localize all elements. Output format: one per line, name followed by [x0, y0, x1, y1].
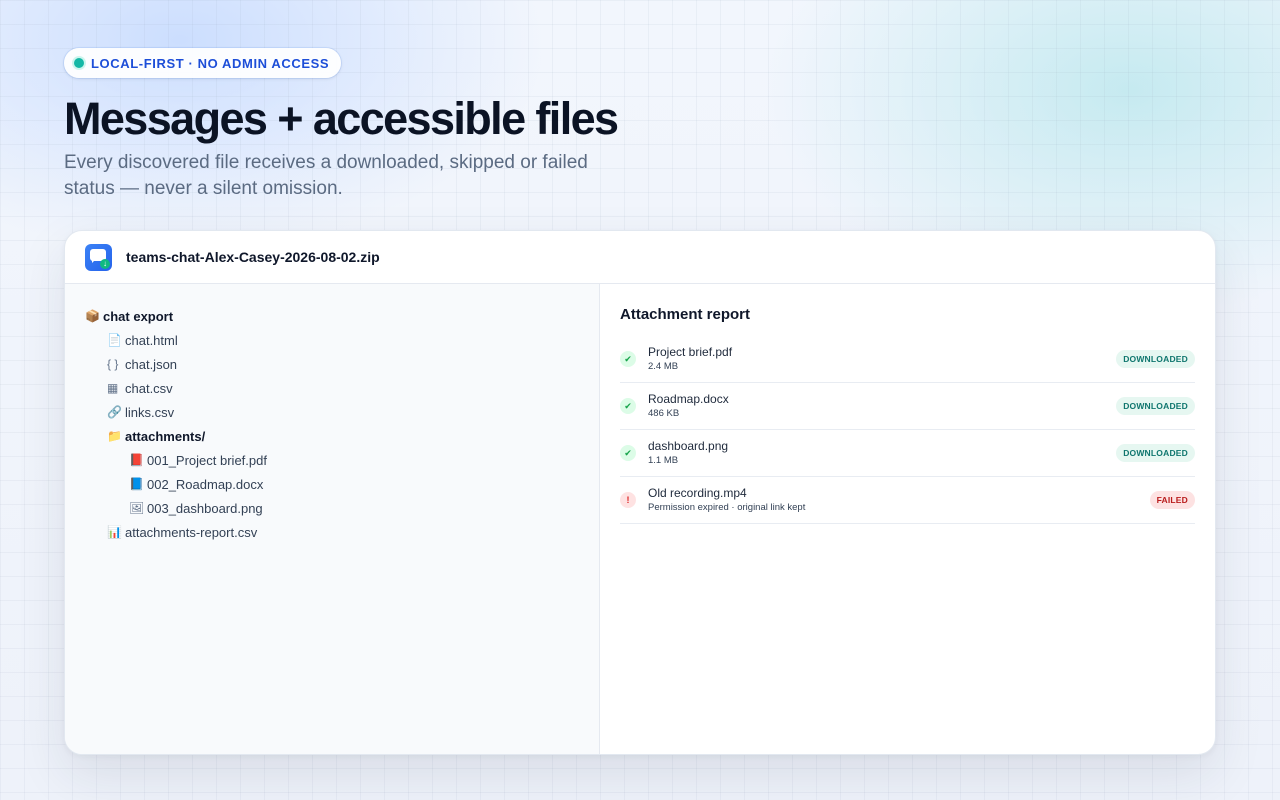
check-icon: ✔	[620, 351, 636, 367]
attachment-name: Project brief.pdf	[648, 344, 733, 359]
document-icon: 📄	[107, 333, 122, 347]
tree-item-label: chat.html	[125, 332, 178, 348]
feature-badge: LOCAL-FIRST · NO ADMIN ACCESS	[64, 48, 342, 78]
check-icon: ✔	[620, 398, 636, 414]
tree-item-project-brief[interactable]: 📕 001_Project brief.pdf	[85, 448, 599, 472]
table-grid-icon: ▦	[107, 381, 119, 395]
tree-item-label: chat.csv	[125, 380, 173, 396]
image-icon: 🖼	[129, 501, 145, 515]
bar-chart-icon: 📊	[107, 525, 122, 539]
red-book-icon: 📕	[129, 453, 144, 467]
status-badge: DOWNLOADED	[1116, 397, 1195, 415]
chat-download-icon: ↓	[85, 243, 112, 271]
status-dot-icon	[74, 58, 84, 68]
attachment-name: Old recording.mp4	[648, 485, 747, 500]
check-icon: ✔	[620, 445, 636, 461]
list-item[interactable]: ✔ dashboard.png 1.1 MB DOWNLOADED	[620, 430, 1195, 477]
blue-book-icon: 📘	[129, 477, 144, 491]
tree-item-attachments-report[interactable]: 📊 attachments-report.csv	[85, 520, 599, 544]
attachment-name: dashboard.png	[648, 438, 729, 453]
attachment-report: Attachment report ✔ Project brief.pdf 2.…	[600, 284, 1215, 754]
attachment-detail: 1.1 MB	[648, 454, 679, 466]
tree-item-label: attachments-report.csv	[125, 524, 258, 540]
status-badge: DOWNLOADED	[1116, 350, 1195, 368]
attachment-detail: 2.4 MB	[648, 360, 679, 372]
tree-item-label: chat export	[103, 308, 174, 324]
export-preview-card: ↓ teams-chat-Alex-Casey-2026-08-02.zip 📦…	[64, 230, 1216, 755]
archive-file-name: teams-chat-Alex-Casey-2026-08-02.zip	[126, 249, 380, 265]
report-title: Attachment report	[620, 306, 751, 323]
tree-item-label: 001_Project brief.pdf	[147, 452, 267, 468]
page-subtitle: Every discovered file receives a downloa…	[64, 152, 588, 199]
status-badge: FAILED	[1149, 491, 1195, 509]
tree-item-label: 002_Roadmap.docx	[147, 476, 264, 492]
json-braces-icon: { }	[107, 357, 119, 371]
tree-item-links-csv[interactable]: 🔗 links.csv	[85, 400, 599, 424]
tree-item-label: links.csv	[125, 404, 175, 420]
link-icon: 🔗	[107, 405, 122, 419]
alert-icon: !	[620, 492, 636, 508]
list-item[interactable]: ✔ Project brief.pdf 2.4 MB DOWNLOADED	[620, 336, 1195, 383]
attachment-detail: Permission expired · original link kept	[648, 501, 806, 513]
tree-item-chat-export[interactable]: 📦 chat export	[85, 304, 599, 328]
feature-badge-label: LOCAL-FIRST · NO ADMIN ACCESS	[91, 55, 330, 71]
folder-icon: 📁	[107, 429, 122, 443]
tree-item-chat-json[interactable]: { } chat.json	[85, 352, 599, 376]
list-item[interactable]: ! Old recording.mp4 Permission expired ·…	[620, 477, 1195, 524]
tree-item-label: attachments/	[125, 428, 206, 444]
list-item[interactable]: ✔ Roadmap.docx 486 KB DOWNLOADED	[620, 383, 1195, 430]
status-badge: DOWNLOADED	[1116, 444, 1195, 462]
tree-item-chat-csv[interactable]: ▦ chat.csv	[85, 376, 599, 400]
tree-item-label: 003_dashboard.png	[147, 500, 263, 516]
file-tree: 📦 chat export 📄 chat.html { } chat.json …	[65, 284, 600, 754]
card-header: ↓ teams-chat-Alex-Casey-2026-08-02.zip	[65, 231, 1215, 284]
tree-item-roadmap[interactable]: 📘 002_Roadmap.docx	[85, 472, 599, 496]
tree-item-attachments-folder[interactable]: 📁 attachments/	[85, 424, 599, 448]
page-title: Messages + accessible files	[64, 93, 619, 144]
attachment-name: Roadmap.docx	[648, 391, 729, 406]
package-icon: 📦	[85, 309, 100, 323]
attachment-detail: 486 KB	[648, 407, 680, 419]
tree-item-chat-html[interactable]: 📄 chat.html	[85, 328, 599, 352]
tree-item-label: chat.json	[125, 356, 178, 372]
tree-item-dashboard[interactable]: 🖼 003_dashboard.png	[85, 496, 599, 520]
